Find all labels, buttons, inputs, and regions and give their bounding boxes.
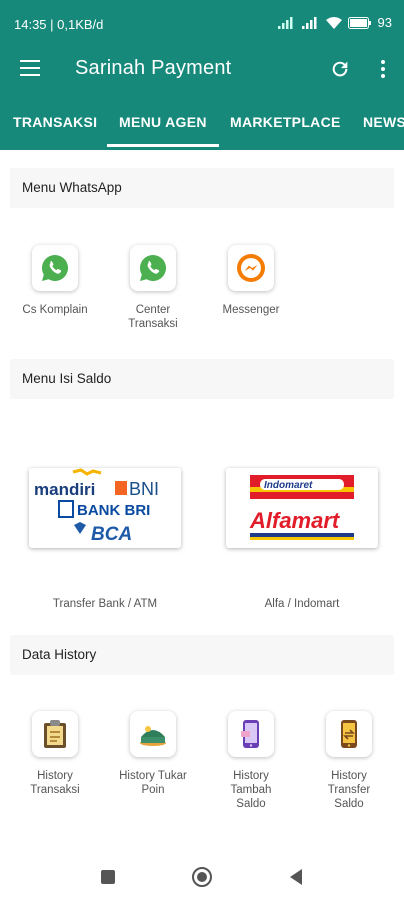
battery-icon [347, 16, 371, 29]
status-time: 14:35 | 0,1KB/d [14, 17, 104, 32]
history-transaksi-button[interactable]: History Transaksi [10, 711, 100, 797]
status-icons: 93 [277, 15, 392, 30]
tab-bar: TRANSAKSI MENU AGEN MARKETPLACE NEWS [0, 96, 404, 150]
bank-logos-image: mandiri BNI BANK BRI BCA [34, 468, 159, 545]
section-title: Data History [22, 647, 97, 662]
phone-transfer-icon [341, 720, 357, 748]
tab-label: TRANSAKSI [13, 114, 98, 130]
center-transaksi-button[interactable]: Center Transaksi [108, 245, 198, 331]
app-bar: Sarinah Payment [0, 44, 404, 96]
signal-icon [277, 16, 293, 29]
section-header-whatsapp: Menu WhatsApp [10, 168, 394, 208]
more-options-icon[interactable] [378, 58, 388, 80]
alfa-indomart-label: Alfa / Indomart [264, 598, 340, 610]
whatsapp-icon [140, 254, 167, 281]
menu-icon[interactable] [20, 60, 40, 76]
logo-text: Alfamart [249, 508, 341, 533]
history-tukar-poin-button[interactable]: History Tukar Poin [108, 711, 198, 797]
points-icon [140, 726, 166, 746]
cs-komplain-button[interactable]: Cs Komplain [10, 245, 100, 317]
item-label: History Tambah Saldo [230, 770, 272, 810]
retail-logos-image: Indomaret Alfamart [249, 475, 354, 540]
item-label: Messenger [222, 304, 280, 316]
logo-text: BNI [129, 479, 159, 499]
section-header-history: Data History [10, 635, 394, 675]
tab-label: MARKETPLACE [230, 114, 341, 130]
app-title: Sarinah Payment [75, 57, 232, 79]
alfa-indomart-card[interactable]: Indomaret Alfamart [226, 468, 378, 548]
item-label: History Tukar Poin [119, 770, 187, 796]
system-nav-bar [0, 855, 404, 900]
history-tambah-saldo-button[interactable]: History Tambah Saldo [206, 711, 296, 811]
tab-indicator [107, 144, 219, 147]
home-button[interactable] [191, 866, 213, 888]
back-button[interactable] [288, 868, 304, 886]
logo-text: BCA [91, 524, 132, 545]
tab-marketplace[interactable]: MARKETPLACE [230, 96, 341, 150]
item-label: Cs Komplain [22, 304, 88, 316]
messenger-button[interactable]: Messenger [206, 245, 296, 317]
transfer-bank-card[interactable]: mandiri BNI BANK BRI BCA [29, 468, 181, 548]
logo-text: BANK BRI [77, 502, 150, 519]
tab-news[interactable]: NEWS [363, 96, 404, 150]
battery-level: 93 [377, 15, 392, 30]
phone-topup-icon [241, 720, 259, 748]
transfer-bank-label: Transfer Bank / ATM [52, 598, 158, 610]
messenger-icon [237, 254, 265, 282]
whatsapp-icon [42, 254, 69, 281]
section-title: Menu Isi Saldo [22, 371, 112, 386]
refresh-icon[interactable] [329, 58, 351, 80]
history-transfer-saldo-button[interactable]: History Transfer Saldo [304, 711, 394, 811]
logo-text: mandiri [34, 480, 95, 499]
item-label: History Transaksi [30, 770, 80, 796]
tab-label: MENU AGEN [119, 114, 207, 130]
tab-menu-agen[interactable]: MENU AGEN [107, 96, 219, 150]
section-title: Menu WhatsApp [22, 180, 122, 195]
logo-text: Indomaret [264, 480, 313, 491]
recent-apps-button[interactable] [100, 869, 116, 885]
tab-label: NEWS [363, 114, 404, 130]
wifi-icon [325, 16, 342, 29]
clipboard-icon [44, 720, 66, 748]
section-header-isi-saldo: Menu Isi Saldo [10, 359, 394, 399]
tab-transaksi[interactable]: TRANSAKSI [13, 96, 97, 150]
status-bar: 14:35 | 0,1KB/d 93 [0, 0, 404, 50]
item-label: History Transfer Saldo [327, 770, 371, 810]
signal-icon [301, 16, 317, 29]
item-label: Center Transaksi [128, 304, 178, 330]
